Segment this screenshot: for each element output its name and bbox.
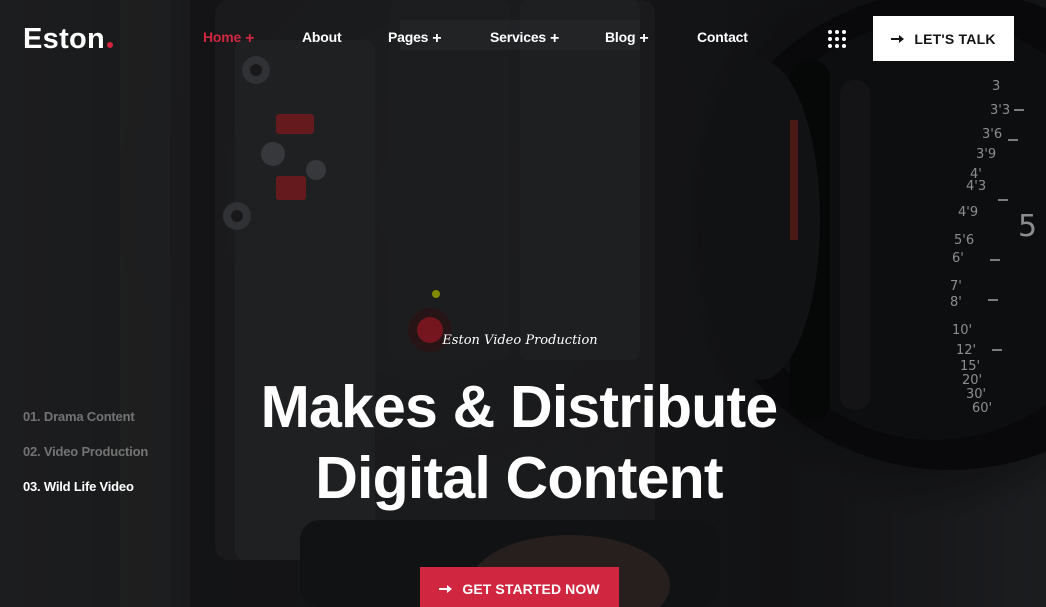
hero-eyebrow: Eston Video Production	[0, 333, 1046, 348]
nav-item-label: Pages	[388, 29, 429, 45]
nav-item-about[interactable]: About	[302, 28, 342, 46]
submenu-plus-icon: +	[245, 30, 255, 47]
brand-name: Eston	[23, 23, 106, 55]
nav-item-pages[interactable]: Pages +	[388, 28, 442, 47]
nav-item-label: Services	[490, 29, 547, 45]
nav-item-services[interactable]: Services +	[490, 28, 559, 47]
lets-talk-button[interactable]: LET'S TALK	[873, 16, 1014, 61]
nav-item-label: Blog	[605, 29, 636, 45]
button-label: LET'S TALK	[914, 30, 996, 47]
nav-item-label: About	[302, 29, 342, 45]
headline-line-2: Digital Content	[315, 445, 723, 511]
button-label: GET STARTED NOW	[462, 581, 600, 597]
headline-line-1: Makes & Distribute	[260, 374, 779, 440]
nav-item-home[interactable]: Home +	[203, 28, 254, 47]
nav-item-blog[interactable]: Blog +	[605, 28, 649, 47]
hero-dark-overlay	[0, 0, 1046, 607]
submenu-plus-icon: +	[639, 30, 649, 47]
nav-item-contact[interactable]: Contact	[697, 28, 748, 46]
submenu-plus-icon: +	[432, 30, 442, 47]
nav-item-label: Contact	[697, 29, 748, 45]
hero-eyebrow-text: Eston Video Production	[442, 333, 598, 348]
get-started-button[interactable]: GET STARTED NOW	[420, 567, 619, 607]
logo-dot-icon	[107, 42, 114, 48]
arrow-right-icon	[891, 34, 905, 44]
hero-section: 3 3'3 3'6 3'9 4' 4'3 4'9 5'6 6' 7' 8' 10…	[0, 0, 1046, 607]
arrow-right-icon	[439, 584, 453, 594]
submenu-plus-icon: +	[550, 30, 560, 47]
grid-dots-icon[interactable]	[828, 30, 846, 48]
hero-headline: Makes & Distribute Digital Content	[0, 372, 1046, 514]
nav-item-label: Home	[203, 29, 242, 45]
brand-logo[interactable]: Eston	[23, 22, 114, 56]
